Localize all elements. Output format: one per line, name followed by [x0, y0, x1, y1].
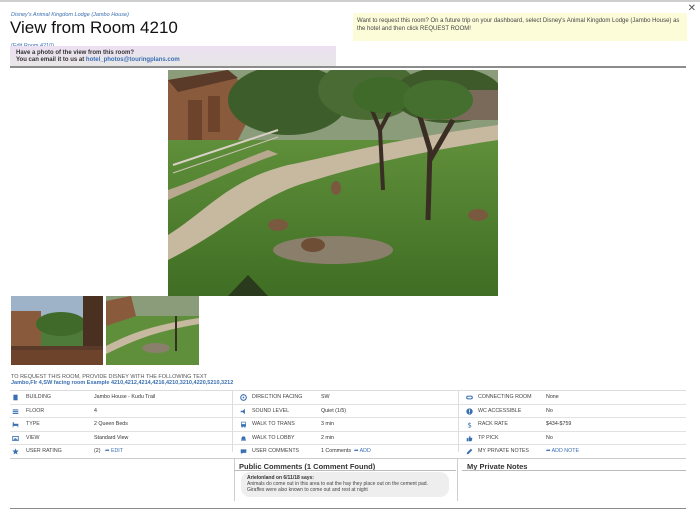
request-room-notice: Want to request this room? On a future t… [353, 13, 687, 41]
user-comments-label: USER COMMENTS [252, 448, 300, 454]
user-rating-label: USER RATING [26, 448, 62, 454]
add-note-label: ADD NOTE [551, 448, 580, 454]
rack-rate-value: $434-$759 [546, 421, 572, 427]
thumbnail-photo-2[interactable] [106, 296, 199, 365]
close-icon[interactable]: ✕ [688, 3, 696, 14]
private-notes-label: MY PRIVATE NOTES [478, 448, 529, 454]
floor-icon [12, 408, 19, 414]
page-title: View from Room 4210 [10, 18, 178, 37]
details-row: FLOOR 4 SOUND LEVEL Quiet (1/5) WC ACCES… [10, 405, 686, 418]
walk-trans-label: WALK TO TRANS [252, 421, 295, 427]
photo-banner-prefix: You can email it to us at [16, 57, 86, 63]
thumbnail-photo-1[interactable] [11, 296, 103, 365]
public-comments-underline [234, 470, 456, 471]
add-note-arrow-icon: ➦ [546, 448, 551, 454]
bed-icon [12, 422, 19, 428]
floor-label: FLOOR [26, 407, 45, 414]
building-value: Jambo House - Kudu Trail [94, 394, 156, 400]
sound-label: SOUND LEVEL [252, 407, 290, 414]
room-view-photo-image [168, 70, 498, 296]
type-value: 2 Queen Beds [94, 421, 128, 427]
column-divider [232, 390, 233, 452]
details-row: BUILDING Jambo House - Kudu Trail DIRECT… [10, 391, 686, 405]
direction-label: DIRECTION FACING [252, 394, 303, 400]
star-icon [12, 448, 19, 455]
image-icon [12, 435, 19, 441]
walk-lobby-label: WALK TO LOBBY [252, 434, 295, 441]
speaker-icon [240, 408, 245, 414]
wheelchair-icon [466, 407, 473, 415]
comment-text-line2: Giraffes were also known to come out and… [247, 487, 368, 493]
email-link[interactable]: hotel_photos@touringplans.com [86, 57, 180, 63]
details-row: USER RATING (2) ➦ EDIT USER COMMENTS 1 C… [10, 445, 686, 459]
request-room-text: Jambo,Flr 4,SW facing room Example 4210,… [11, 380, 234, 386]
user-rating-value: (2) [94, 448, 101, 454]
compass-icon [240, 394, 247, 401]
add-note-button[interactable]: ➦ ADD NOTE [546, 445, 579, 458]
private-notes-underline [462, 470, 686, 471]
add-comment-button[interactable]: ➦ ADD [354, 445, 371, 458]
user-comments-value: 1 Comments [321, 448, 352, 454]
link-icon [466, 395, 473, 400]
add-arrow-icon: ➦ [354, 448, 359, 454]
room-details-grid: BUILDING Jambo House - Kudu Trail DIRECT… [10, 390, 686, 459]
walk-trans-value: 3 min [321, 421, 334, 427]
view-label: VIEW [26, 434, 40, 441]
comments-icon [240, 449, 247, 455]
room-view-photo [168, 70, 498, 296]
walk-lobby-value: 2 min [321, 434, 334, 441]
direction-value: SW [321, 394, 330, 400]
sound-value: Quiet (1/5) [321, 407, 347, 414]
type-label: TYPE [26, 421, 40, 427]
floor-value: 4 [94, 407, 97, 414]
edit-rating-label: EDIT [110, 448, 124, 454]
thumbnail-1-image [11, 296, 103, 365]
tp-pick-value: No [546, 434, 553, 441]
thumbnail-2-image [106, 296, 199, 365]
wc-label: WC ACCESSIBLE [478, 407, 522, 414]
column-divider [458, 390, 459, 452]
view-value: Standard View [94, 434, 129, 441]
rack-rate-label: RACK RATE [478, 421, 508, 427]
photo-banner-line1: Have a photo of the view from this room? [16, 50, 135, 56]
thumbs-up-icon [466, 435, 473, 441]
details-row: TYPE 2 Queen Beds WALK TO TRANS 3 min $ … [10, 418, 686, 432]
footer-divider [10, 508, 686, 509]
dollar-icon: $ [467, 421, 471, 428]
wc-value: No [546, 407, 553, 414]
photo-banner-line2: You can email it to us at hotel_photos@t… [16, 57, 180, 63]
edit-rating-button[interactable]: ➦ EDIT [105, 445, 123, 458]
add-comment-label: ADD [359, 448, 371, 454]
building-icon [13, 394, 18, 401]
tp-pick-label: TP PICK [478, 434, 499, 441]
bus-icon [241, 421, 246, 428]
window-top-border [0, 0, 700, 2]
svg-text:$: $ [467, 421, 471, 428]
details-row: VIEW Standard View WALK TO LOBBY 2 min T… [10, 432, 686, 445]
connecting-label: CONNECTING ROOM [478, 394, 532, 400]
comment-bubble: Arielonland on 6/11/18 says: Animals do … [241, 472, 449, 497]
photo-submit-banner: Have a photo of the view from this room?… [10, 46, 336, 66]
pencil-icon [466, 448, 473, 455]
bell-icon [241, 435, 246, 441]
edit-arrow-icon: ➦ [105, 448, 110, 454]
building-label: BUILDING [26, 394, 52, 400]
header-divider [10, 66, 686, 68]
connecting-value: None [546, 394, 559, 400]
